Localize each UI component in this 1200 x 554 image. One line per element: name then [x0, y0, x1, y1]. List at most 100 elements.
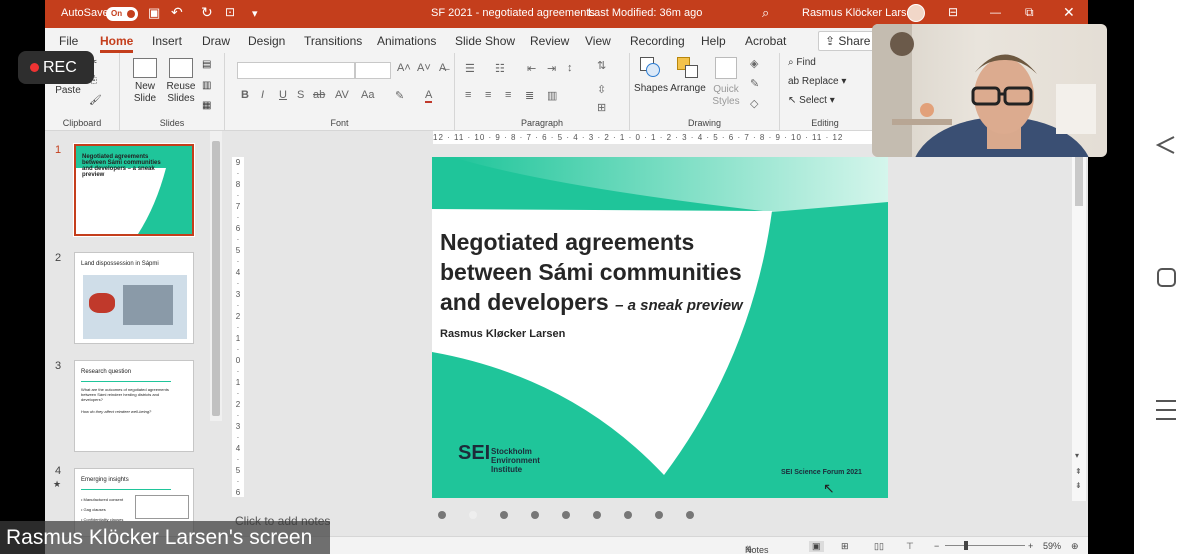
font-size-select[interactable]: [355, 62, 391, 79]
home-icon[interactable]: [1157, 268, 1176, 287]
arrange-button[interactable]: Arrange: [670, 57, 706, 94]
slide-title[interactable]: Negotiated agreements between Sámi commu…: [440, 227, 743, 321]
tab-design[interactable]: Design: [248, 34, 285, 48]
tab-home[interactable]: Home: [100, 34, 134, 53]
shapes-button[interactable]: Shapes: [634, 57, 668, 94]
zoom-slider-thumb[interactable]: [964, 541, 968, 550]
text-direction-icon[interactable]: ⇅: [597, 59, 606, 72]
layout-icon[interactable]: ▤: [202, 59, 211, 70]
decrease-font-icon[interactable]: A˅: [417, 62, 431, 74]
save-icon[interactable]: ▣: [148, 5, 160, 21]
reuse-slides-button[interactable]: Reuse Slides: [164, 58, 198, 105]
fit-slide-icon[interactable]: ⊕: [1071, 541, 1079, 552]
tab-insert[interactable]: Insert: [152, 34, 182, 48]
format-painter-icon[interactable]: 🖌: [89, 95, 102, 106]
tab-view[interactable]: View: [585, 34, 611, 48]
zoom-in-icon[interactable]: +: [1028, 541, 1033, 551]
autosave-toggle[interactable]: On: [106, 7, 138, 21]
share-button[interactable]: ⇪ Share: [818, 31, 878, 51]
tab-recording[interactable]: Recording: [630, 34, 685, 48]
shadow-icon[interactable]: S: [297, 89, 304, 101]
increase-indent-icon[interactable]: ⇥: [547, 62, 556, 75]
thumb-number: 2: [55, 252, 62, 264]
thumbnail-slide-3[interactable]: Research question What are the outcomes …: [74, 360, 194, 452]
customize-qat-icon[interactable]: ▾: [252, 7, 258, 20]
tab-review[interactable]: Review: [530, 34, 569, 48]
justify-icon[interactable]: ≣: [525, 89, 534, 102]
section-icon[interactable]: ▦: [202, 100, 211, 111]
columns-icon[interactable]: ▥: [547, 89, 557, 102]
align-center-icon[interactable]: ≡: [485, 89, 491, 101]
select-label: Select: [799, 95, 827, 106]
shape-effects-icon[interactable]: ◇: [750, 97, 758, 110]
tab-acrobat[interactable]: Acrobat: [745, 34, 786, 48]
previous-slide-icon[interactable]: ⇞: [1075, 467, 1082, 476]
webcam-video[interactable]: [872, 24, 1107, 157]
slide-author[interactable]: Rasmus Kløcker Larsen: [440, 328, 565, 340]
clear-format-icon[interactable]: A̶: [439, 62, 446, 74]
line-spacing-icon[interactable]: ↕: [567, 62, 573, 74]
select-button[interactable]: ↖ Select ▾: [788, 95, 835, 106]
font-color-icon[interactable]: A: [425, 89, 433, 103]
thumbnail-slide-1[interactable]: Negotiated agreements between Sámi commu…: [73, 143, 195, 237]
highlight-icon[interactable]: ✎: [395, 89, 404, 102]
back-icon[interactable]: [1155, 136, 1175, 154]
thumbnail-scrollbar[interactable]: [210, 131, 222, 421]
user-name[interactable]: Rasmus Klöcker Larsen: [802, 7, 919, 19]
tab-transitions[interactable]: Transitions: [304, 34, 362, 48]
italic-icon[interactable]: I: [261, 89, 264, 101]
smartart-icon[interactable]: ⊞: [597, 101, 606, 114]
next-slide-icon[interactable]: ⇟: [1075, 481, 1082, 490]
decrease-indent-icon[interactable]: ⇤: [527, 62, 536, 75]
scroll-down-icon[interactable]: ▾: [1075, 451, 1079, 460]
numbering-icon[interactable]: ☷: [495, 62, 505, 75]
zoom-slider[interactable]: [945, 545, 1025, 546]
tab-help[interactable]: Help: [701, 34, 726, 48]
zoom-level[interactable]: 59%: [1043, 541, 1061, 551]
change-case-icon[interactable]: Aa: [361, 89, 374, 101]
slide-footer[interactable]: SEI Science Forum 2021: [781, 469, 862, 476]
bold-icon[interactable]: B: [241, 89, 249, 101]
find-button[interactable]: ⌕ Find: [788, 57, 816, 68]
tab-animations[interactable]: Animations: [377, 34, 436, 48]
zoom-out-icon[interactable]: −: [934, 541, 939, 551]
increase-font-icon[interactable]: A˄: [397, 62, 411, 74]
close-icon[interactable]: ✕: [1063, 4, 1075, 21]
normal-view-icon[interactable]: ▣: [809, 541, 824, 552]
spacing-icon[interactable]: AV: [335, 89, 349, 101]
restore-icon[interactable]: ⧉: [1025, 5, 1034, 20]
shape-fill-icon[interactable]: ◈: [750, 57, 758, 70]
slideshow-view-icon[interactable]: ⊤: [906, 541, 914, 552]
align-right-icon[interactable]: ≡: [505, 89, 511, 101]
replace-button[interactable]: ab Replace ▾: [788, 76, 846, 87]
avatar[interactable]: [907, 4, 925, 22]
present-icon[interactable]: ⊡: [225, 5, 235, 19]
paragraph-group: ☰ ☷ ⇤ ⇥ ↕ ⇅ ≡ ≡ ≡ ≣ ▥ ⇳ ⊞ Paragraph: [455, 53, 630, 131]
tab-file[interactable]: File: [59, 34, 78, 48]
strikethrough-icon[interactable]: ab: [313, 89, 325, 101]
search-icon[interactable]: ⌕: [762, 5, 769, 21]
slide-sorter-icon[interactable]: ⊞: [841, 541, 849, 552]
shape-outline-icon[interactable]: ✎: [750, 77, 759, 90]
undo-icon[interactable]: ↶: [171, 4, 183, 21]
minimize-icon[interactable]: —: [990, 7, 1001, 19]
ribbon-display-icon[interactable]: ⊟: [948, 5, 958, 19]
new-slide-button[interactable]: New Slide: [128, 58, 162, 105]
share-label: Share: [838, 34, 871, 48]
font-family-select[interactable]: [237, 62, 355, 79]
reset-icon[interactable]: ▥: [202, 80, 211, 91]
quick-styles-button[interactable]: Quick Styles: [708, 57, 744, 108]
recording-indicator[interactable]: REC: [18, 51, 94, 84]
editor-scrollbar[interactable]: ▾ ⇞ ⇟: [1072, 131, 1086, 501]
last-modified[interactable]: Last Modified: 36m ago: [588, 7, 702, 19]
align-left-icon[interactable]: ≡: [465, 89, 471, 101]
align-text-icon[interactable]: ⇳: [597, 83, 606, 96]
underline-icon[interactable]: U: [279, 89, 287, 101]
thumbnail-slide-2[interactable]: Land dispossession in Sápmi: [74, 252, 194, 344]
slide-canvas[interactable]: Negotiated agreements between Sámi commu…: [432, 157, 888, 498]
tab-slide-show[interactable]: Slide Show: [455, 34, 515, 48]
bullets-icon[interactable]: ☰: [465, 62, 475, 75]
tab-draw[interactable]: Draw: [202, 34, 230, 48]
reading-view-icon[interactable]: ▯▯: [874, 541, 884, 552]
redo-icon[interactable]: ↻: [201, 4, 213, 21]
